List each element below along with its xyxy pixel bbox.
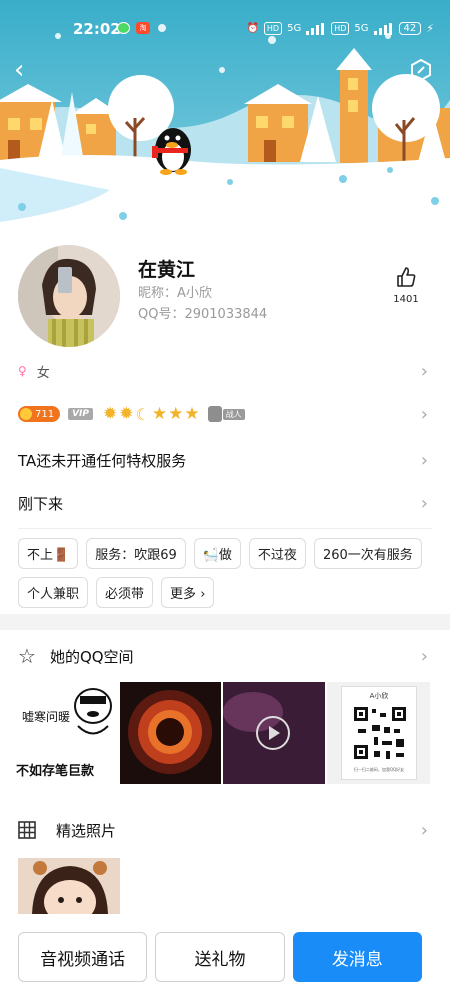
tag-chip[interactable]: 🛀做 [193, 538, 241, 569]
shield-icon [207, 406, 222, 422]
tag-chip[interactable]: 必须带 [96, 577, 154, 608]
video-thumbnail [223, 682, 325, 784]
tag-chip[interactable]: 个人兼职 [18, 577, 89, 608]
avatar[interactable] [18, 245, 120, 347]
like-button[interactable]: 1401 [388, 266, 424, 305]
wing-badge: 战人 [207, 406, 245, 422]
sun-icon: ✹ [103, 404, 118, 424]
sun-icon: ✹ [119, 404, 134, 424]
avatar-photo [18, 245, 120, 347]
chevron-right-icon: › [420, 403, 428, 425]
qr-code-icon [352, 705, 408, 761]
signal-icon [373, 22, 394, 35]
hd-badge: HD [331, 22, 350, 35]
profile-cover: 22:02 淘 ⏰ HD 5G HD 5G 42 ⚡ ‹ [0, 0, 450, 260]
personal-tags: 不上🚪 服务：吹跟69 🛀做 不过夜 260一次有服务 个人兼职 必须带 更多 … [18, 538, 432, 608]
star-icon: ★ [151, 404, 168, 424]
gender-value: 女 [36, 365, 50, 381]
send-message-button[interactable]: 发消息 [292, 932, 422, 982]
chevron-right-icon: › [420, 450, 428, 471]
moon-icon: ☾ [135, 404, 150, 424]
featured-photos-title: 精选照片 [56, 821, 117, 840]
alarm-icon: ⏰ [246, 23, 259, 34]
tag-chip[interactable]: 不过夜 [248, 538, 306, 569]
qq-number-row: QQ号：2901033844 [138, 303, 267, 322]
status-bar: 22:02 淘 ⏰ HD 5G HD 5G 42 ⚡ [0, 0, 450, 40]
qr-caption: 扫一扫二维码，加我QQ好友 [353, 767, 405, 772]
qzone-video-tile[interactable] [223, 682, 325, 784]
profile-name: 在黄江 [138, 259, 196, 281]
qzone-title: 她的QQ空间 [49, 647, 134, 666]
chevron-right-icon: › [200, 587, 206, 602]
customize-hexagon-icon[interactable] [410, 58, 432, 82]
star-icon: ★ [168, 404, 184, 424]
star-outline-icon: ☆ [18, 644, 36, 668]
qzone-meme-tile[interactable]: 嘘寒问暖 不如存笔巨款 [16, 682, 118, 784]
wechat-notification-icon [117, 22, 130, 34]
thumbs-up-icon [397, 267, 416, 287]
tag-chip[interactable]: 不上🚪 [18, 538, 79, 569]
back-arrow-icon[interactable]: ‹ [14, 57, 36, 83]
level-coin-badge: 711 [18, 406, 61, 422]
grid-icon [18, 821, 36, 839]
network-5g-label: 5G [354, 23, 369, 34]
meme-face-icon [74, 688, 112, 735]
battery-indicator: 42 [398, 22, 422, 35]
action-bar: 音视频通话 送礼物 发消息 [18, 932, 422, 982]
nickname-label: 昵称： [138, 286, 178, 301]
heater-photo [128, 690, 212, 774]
chevron-right-icon: › [420, 493, 428, 514]
nickname-value: A小欣 [177, 286, 212, 301]
divider [18, 528, 432, 529]
status-text: 刚下来 [18, 495, 64, 513]
video-call-button[interactable]: 音视频通话 [18, 932, 148, 982]
network-5g-label: 5G [287, 23, 302, 34]
chevron-right-icon: › [420, 645, 428, 667]
more-tags-label: 更多 [170, 587, 197, 602]
section-gap [0, 614, 450, 630]
qzone-preview-strip[interactable]: 嘘寒问暖 不如存笔巨款 A小欣 扫一扫二维码，加我QQ好友 [16, 682, 430, 784]
qzone-qrcode-tile[interactable]: A小欣 扫一扫二维码，加我QQ好友 [327, 682, 430, 784]
meme-top-text: 嘘寒问暖 [22, 710, 71, 724]
send-gift-button[interactable]: 送礼物 [155, 932, 285, 982]
featured-photos-header[interactable]: 精选照片 › [18, 818, 432, 842]
more-tags-button[interactable]: 更多 › [161, 577, 215, 608]
level-badges-row[interactable]: 711 VIP ✹ ✹ ☾ ★ ★ ★ 战人 › [18, 402, 432, 426]
meme-bottom-text: 不如存笔巨款 [16, 764, 95, 779]
tag-chip[interactable]: 260一次有服务 [313, 538, 422, 569]
signal-icon [306, 22, 326, 35]
profile-card: 在黄江 昵称：A小欣 QQ号：2901033844 1401 ♀ 女 › 711… [0, 230, 450, 1000]
qr-name: A小欣 [369, 692, 389, 700]
level-number: 711 [35, 408, 55, 420]
qzone-header[interactable]: ☆ 她的QQ空间 › [18, 644, 432, 668]
charging-icon: ⚡ [426, 22, 434, 35]
privilege-text: TA还未开通任何特权服务 [18, 452, 187, 470]
qq-label: QQ号： [138, 307, 185, 322]
star-icon: ★ [184, 404, 200, 424]
coin-icon [20, 408, 32, 420]
wing-badge-label: 战人 [222, 408, 245, 420]
female-icon: ♀ [18, 364, 27, 378]
status-row[interactable]: 刚下来 › [18, 493, 432, 514]
girl-photo [18, 858, 120, 914]
nickname-row: 昵称：A小欣 [138, 282, 212, 301]
gender-row[interactable]: ♀ 女 › [18, 360, 432, 382]
clock: 22:02 [73, 20, 121, 38]
qq-number: 2901033844 [184, 307, 268, 322]
chevron-right-icon: › [420, 360, 428, 382]
taobao-notification-icon: 淘 [136, 22, 150, 34]
like-count: 1401 [393, 294, 419, 305]
featured-photo-thumbnail[interactable] [18, 858, 120, 914]
privilege-row[interactable]: TA还未开通任何特权服务 › [18, 450, 432, 471]
qzone-photo-tile[interactable] [120, 682, 221, 784]
vip-badge: VIP [68, 408, 94, 420]
chevron-right-icon: › [420, 819, 428, 841]
hd-badge: HD [263, 22, 283, 35]
tag-chip[interactable]: 服务：吹跟69 [86, 538, 186, 569]
